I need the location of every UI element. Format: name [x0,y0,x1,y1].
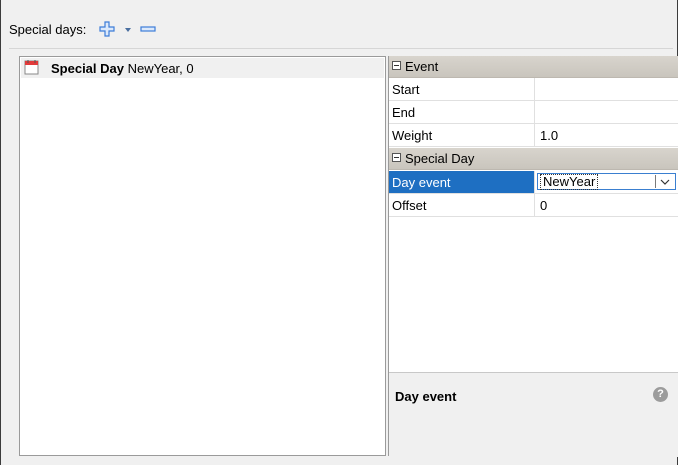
list-item-type: Special Day [51,61,124,76]
triangle-down-icon [125,28,131,32]
description-panel: Day event ? [389,372,678,457]
list-item-text: Special Day NewYear, 0 [51,61,194,76]
property-name: Offset [392,198,427,213]
property-value[interactable]: 1.0 [540,128,558,143]
combobox-divider [655,175,656,188]
column-divider [534,101,535,123]
add-dropdown-button[interactable] [123,24,133,34]
category-special-day[interactable]: Special Day [389,148,678,170]
add-button[interactable] [99,21,115,37]
property-value[interactable]: 0 [540,198,547,213]
column-divider [534,194,535,216]
category-label: Special Day [405,151,475,166]
toolbar: Special days: [1,0,677,56]
column-divider [534,124,535,146]
property-name: Start [392,82,420,97]
property-name: Day event [392,175,451,190]
toolbar-separator [9,48,673,49]
special-days-list[interactable]: Special Day NewYear, 0 [19,56,386,456]
chevron-down-icon[interactable] [657,175,673,189]
property-row-start[interactable]: Start [389,78,678,101]
category-label: Event [405,59,439,74]
list-item[interactable]: Special Day NewYear, 0 [21,58,384,78]
collapse-icon[interactable] [392,153,401,162]
category-event[interactable]: Event [389,56,678,78]
calendar-icon [24,60,39,75]
property-row-offset[interactable]: Offset 0 [389,194,678,217]
column-divider [534,78,535,100]
property-grid: Event Start End Weight 1.0 Special Day D… [388,56,678,457]
description-title: Day event [395,389,457,404]
collapse-icon[interactable] [392,61,401,70]
minus-icon [140,26,156,32]
day-event-combobox[interactable]: NewYear [537,173,676,190]
property-name: Weight [392,128,433,143]
remove-button[interactable] [140,21,156,37]
combobox-value: NewYear [540,174,599,190]
help-icon[interactable]: ? [653,387,668,402]
list-item-detail: NewYear, 0 [124,61,194,76]
property-row-end[interactable]: End [389,101,678,124]
property-name: End [392,105,416,120]
special-days-panel: Special days: Special Day NewYear, 0 Eve… [0,0,678,465]
property-row-weight[interactable]: Weight 1.0 [389,124,678,147]
plus-icon [99,21,115,37]
special-days-label: Special days: [9,22,87,37]
property-row-day-event[interactable]: Day event NewYear [389,171,678,194]
column-divider [534,171,535,193]
